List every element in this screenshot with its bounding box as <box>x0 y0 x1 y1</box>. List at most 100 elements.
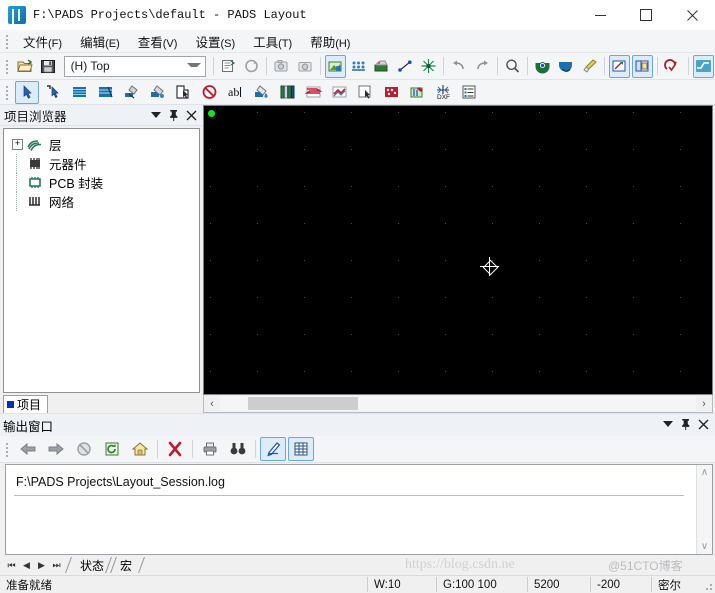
tree-item-layers[interactable]: + 层 <box>12 135 199 154</box>
refresh-button[interactable] <box>241 55 262 78</box>
drill-button[interactable] <box>379 81 403 104</box>
output-vscrollbar[interactable]: ∧ ∨ <box>696 465 712 554</box>
scroll-right-button[interactable]: › <box>696 396 712 411</box>
redo-button[interactable] <box>471 55 492 78</box>
dimension-button[interactable] <box>395 55 416 78</box>
explorer-header: 项目浏览器 <box>0 105 203 126</box>
text-button[interactable]: ab <box>223 81 247 104</box>
menu-help[interactable]: 帮助(H) <box>301 31 359 52</box>
copper-button[interactable] <box>301 81 325 104</box>
toolbar-grip[interactable] <box>3 83 12 101</box>
split-plane-button[interactable] <box>348 55 369 78</box>
list-button[interactable] <box>288 437 314 461</box>
expander-icon[interactable]: + <box>12 139 23 150</box>
photo-settings-button[interactable] <box>271 55 292 78</box>
find-button[interactable] <box>225 437 251 461</box>
no-entry-button[interactable] <box>197 81 221 104</box>
undo-button[interactable] <box>448 55 469 78</box>
nav-first-button[interactable]: ⏮ <box>4 557 19 573</box>
print-button[interactable] <box>197 437 223 461</box>
drafting-toolbar-button[interactable] <box>608 54 631 78</box>
design-canvas[interactable] <box>203 105 713 395</box>
pour-manager-button[interactable] <box>371 55 392 78</box>
tree-item-pcb-decals[interactable]: PCB 封装 <box>12 173 199 192</box>
zoom-previous-button[interactable] <box>555 55 576 78</box>
save-file-button[interactable] <box>38 55 59 78</box>
close-button[interactable] <box>669 0 715 30</box>
output-window: 输出窗口 F:\PADS Projects\Layout_Session.log… <box>0 413 715 575</box>
explorer-close-button[interactable] <box>185 108 198 122</box>
menu-file[interactable]: 文件(F) <box>14 31 71 52</box>
output-pin-button[interactable] <box>679 417 692 431</box>
resize-grip-icon[interactable] <box>702 580 712 590</box>
menu-view[interactable]: 查看(V) <box>129 31 187 52</box>
scroll-thumb[interactable] <box>248 397 358 410</box>
menu-setup[interactable]: 设置(S) <box>186 31 244 52</box>
route-icon <box>695 60 711 72</box>
plane-area-button[interactable] <box>93 81 117 104</box>
canvas-hscrollbar[interactable]: ‹ › <box>203 395 713 413</box>
select-arrow-button[interactable] <box>15 80 39 104</box>
plane-area-icon <box>98 86 113 98</box>
split-button[interactable] <box>353 81 377 104</box>
board-outline-button[interactable] <box>632 54 654 78</box>
toolbar-grip[interactable] <box>3 57 12 75</box>
dxf-button[interactable]: DXF <box>431 81 455 104</box>
scroll-track[interactable] <box>220 396 696 411</box>
camera-button[interactable] <box>294 55 315 78</box>
tree-item-nets[interactable]: 网络 <box>12 192 199 211</box>
minimize-button[interactable] <box>577 0 623 30</box>
menu-edit[interactable]: 编辑(E) <box>71 31 129 52</box>
library-button[interactable] <box>275 81 299 104</box>
explorer-pin-button[interactable] <box>167 108 180 122</box>
scroll-down-button[interactable]: ∨ <box>701 541 708 552</box>
nav-last-button[interactable]: ⏭ <box>49 557 64 573</box>
zoom-area-button[interactable] <box>532 55 553 78</box>
route-button[interactable] <box>692 54 714 78</box>
copper-pour-button[interactable] <box>67 81 91 104</box>
maximize-button[interactable] <box>623 0 669 30</box>
drafting-toolbar: ab DXF <box>0 80 715 105</box>
layer-combo[interactable]: (H) Top <box>63 55 206 77</box>
fill-button[interactable] <box>249 81 273 104</box>
board-outline-icon <box>635 60 649 72</box>
edit-button[interactable] <box>260 437 286 461</box>
drc-button[interactable] <box>662 55 683 78</box>
nav-next-button[interactable]: ▶ <box>34 557 49 573</box>
project-tree-box: + 层 元器件 PCB 封装 网络 <box>3 128 200 393</box>
output-toolbar-grip[interactable] <box>3 440 12 458</box>
brush-button[interactable] <box>579 55 600 78</box>
move-button[interactable] <box>171 81 195 104</box>
tree-item-components[interactable]: 元器件 <box>12 154 199 173</box>
ecad-import-button[interactable] <box>324 54 346 78</box>
flood-fill-button[interactable] <box>145 81 169 104</box>
output-log-box[interactable]: F:\PADS Projects\Layout_Session.log ∧ ∨ <box>5 464 713 555</box>
design-rules-button[interactable] <box>218 55 239 78</box>
output-tab-macro[interactable]: 宏 <box>105 557 145 573</box>
stop-button[interactable] <box>71 437 97 461</box>
via-button[interactable] <box>418 55 439 78</box>
refresh-button[interactable] <box>99 437 125 461</box>
scroll-left-button[interactable]: ‹ <box>204 396 220 411</box>
zoom-button[interactable] <box>502 55 523 78</box>
nav-prev-button[interactable]: ◀ <box>19 557 34 573</box>
toolbar-separator <box>496 57 498 75</box>
test-point-button[interactable] <box>405 81 429 104</box>
crosshair-cursor <box>480 257 499 276</box>
output-close-button[interactable] <box>697 417 710 431</box>
report-button[interactable] <box>457 81 481 104</box>
keepout-button[interactable] <box>327 81 351 104</box>
back-button[interactable] <box>15 437 41 461</box>
scroll-up-button[interactable]: ∧ <box>701 467 708 478</box>
home-button[interactable] <box>127 437 153 461</box>
pour-hatch-button[interactable] <box>119 81 143 104</box>
menu-grip[interactable] <box>3 32 12 50</box>
menu-tools[interactable]: 工具(T) <box>244 31 301 52</box>
explorer-tab-project[interactable]: 项目 <box>3 395 49 413</box>
forward-button[interactable] <box>43 437 69 461</box>
explorer-dropdown-button[interactable] <box>149 108 162 122</box>
output-dropdown-button[interactable] <box>661 417 674 431</box>
open-file-button[interactable] <box>15 55 36 78</box>
select-shape-button[interactable] <box>41 81 65 104</box>
delete-button[interactable] <box>162 437 188 461</box>
